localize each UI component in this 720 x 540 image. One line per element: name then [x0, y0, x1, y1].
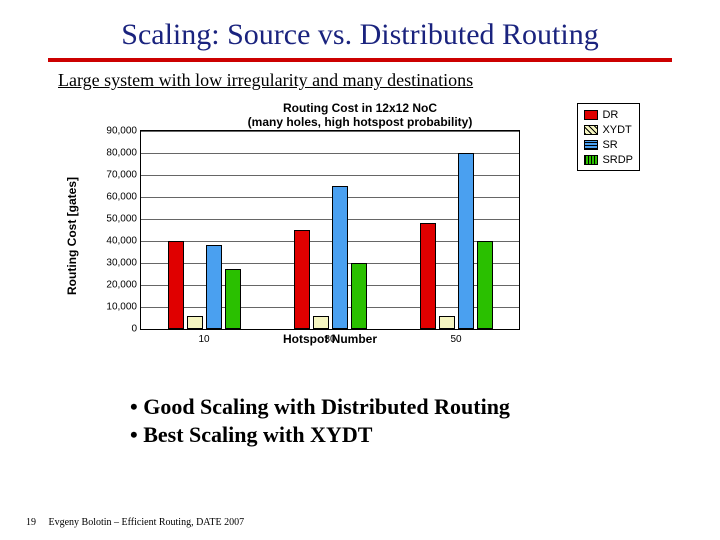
legend-label-sr: SR	[602, 139, 617, 151]
bullets: • Good Scaling with Distributed Routing …	[130, 393, 720, 448]
bar-sr	[206, 245, 222, 329]
bar-xydt	[313, 316, 329, 329]
page-title: Scaling: Source vs. Distributed Routing	[0, 0, 720, 52]
bar-sr	[332, 186, 348, 329]
bar-group	[294, 186, 367, 329]
footer-text: Evgeny Bolotin – Efficient Routing, DATE…	[49, 517, 245, 528]
plot-area: 010,00020,00030,00040,00050,00060,00070,…	[140, 130, 520, 330]
legend-label-srdp: SRDP	[602, 154, 633, 166]
bar-sr	[458, 153, 474, 329]
bar-srdp	[225, 269, 241, 328]
bar-group	[168, 241, 241, 329]
y-tick-label: 60,000	[89, 191, 137, 202]
y-axis-label: Routing Cost [gates]	[65, 177, 79, 295]
y-tick-label: 40,000	[89, 235, 137, 246]
subheading: Large system with low irregularity and m…	[58, 70, 720, 91]
footer: 19 Evgeny Bolotin – Efficient Routing, D…	[26, 517, 244, 528]
slide: Scaling: Source vs. Distributed Routing …	[0, 0, 720, 540]
y-tick-label: 90,000	[89, 125, 137, 136]
title-divider	[48, 58, 672, 62]
chart: Routing Cost in 12x12 NoC (many holes, h…	[80, 101, 640, 371]
bar-srdp	[351, 263, 367, 329]
legend-item-srdp: SRDP	[584, 152, 633, 167]
chart-title-line1: Routing Cost in 12x12 NoC	[283, 101, 437, 115]
bar-group	[420, 153, 493, 329]
legend-swatch-dr	[584, 110, 598, 120]
legend-label-xydt: XYDT	[602, 124, 631, 136]
legend-label-dr: DR	[602, 109, 618, 121]
bar-srdp	[477, 241, 493, 329]
y-tick-label: 70,000	[89, 169, 137, 180]
x-tick-label: 10	[198, 334, 209, 345]
legend-swatch-xydt	[584, 125, 598, 135]
legend-swatch-sr	[584, 140, 598, 150]
legend-swatch-srdp	[584, 155, 598, 165]
bar-xydt	[187, 316, 203, 329]
x-tick-label: 30	[324, 334, 335, 345]
y-tick-label: 10,000	[89, 301, 137, 312]
bar-xydt	[439, 316, 455, 329]
bar-dr	[294, 230, 310, 329]
legend-item-dr: DR	[584, 107, 633, 122]
chart-title: Routing Cost in 12x12 NoC (many holes, h…	[80, 101, 640, 130]
x-tick-label: 50	[450, 334, 461, 345]
bullet-1: • Good Scaling with Distributed Routing	[130, 393, 720, 421]
bar-dr	[168, 241, 184, 329]
legend-item-xydt: XYDT	[584, 122, 633, 137]
y-tick-label: 50,000	[89, 213, 137, 224]
y-tick-label: 20,000	[89, 279, 137, 290]
bullet-2: • Best Scaling with XYDT	[130, 421, 720, 449]
chart-title-line2: (many holes, high hotspost probability)	[248, 115, 473, 129]
bar-dr	[420, 223, 436, 329]
y-tick-label: 0	[89, 323, 137, 334]
page-number: 19	[26, 517, 46, 528]
y-tick-label: 30,000	[89, 257, 137, 268]
legend-item-sr: SR	[584, 137, 633, 152]
gridline	[141, 131, 519, 132]
y-tick-label: 80,000	[89, 147, 137, 158]
legend: DR XYDT SR SRDP	[577, 103, 640, 171]
